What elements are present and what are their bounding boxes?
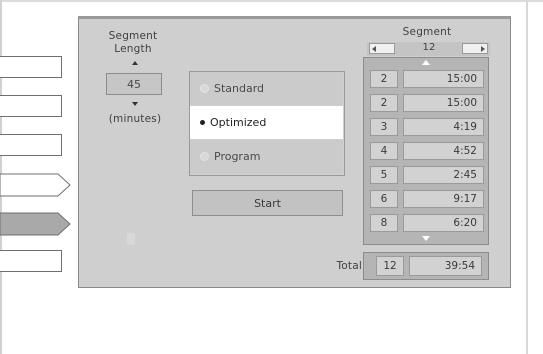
radio-program-icon xyxy=(200,152,209,161)
segment-row-time: 6:20 xyxy=(403,214,484,232)
segment-row-time: 2:45 xyxy=(403,166,484,184)
segment-row-time: 4:19 xyxy=(403,118,484,136)
segment-row[interactable]: 8 6:20 xyxy=(370,214,484,232)
radio-optimized-icon xyxy=(200,120,205,125)
decrement-arrow-icon[interactable] xyxy=(132,102,138,106)
mode-optimized-label: Optimized xyxy=(210,116,267,129)
segment-row[interactable]: 2 15:00 xyxy=(370,70,484,88)
scroll-up-icon[interactable] xyxy=(422,60,430,65)
mode-option-standard[interactable]: Standard xyxy=(190,72,343,105)
mode-option-program[interactable]: Program xyxy=(190,140,343,173)
segment-count: 12 xyxy=(422,42,436,53)
segment-row[interactable]: 3 4:19 xyxy=(370,118,484,136)
window-top-border xyxy=(0,0,543,2)
segment-row-time: 9:17 xyxy=(403,190,484,208)
right-arrow-icon xyxy=(481,46,485,52)
segment-length-title-2: Length xyxy=(114,43,152,55)
segment-length-unit: (minutes) xyxy=(108,113,162,125)
segment-prev-button[interactable] xyxy=(369,43,395,54)
side-tab-4[interactable] xyxy=(0,173,72,197)
side-tab-2[interactable] xyxy=(0,95,62,117)
segment-row[interactable]: 6 9:17 xyxy=(370,190,484,208)
segment-row-number: 8 xyxy=(370,214,398,232)
start-button[interactable]: Start xyxy=(192,190,343,216)
mode-standard-label: Standard xyxy=(214,82,265,95)
segment-row-number: 2 xyxy=(370,70,398,88)
segment-next-button[interactable] xyxy=(462,43,488,54)
left-arrow-icon xyxy=(372,46,376,52)
mode-program-label: Program xyxy=(214,150,261,163)
side-tab-5-active[interactable] xyxy=(0,212,72,236)
side-tab-6[interactable] xyxy=(0,250,62,272)
total-count: 12 xyxy=(376,256,404,276)
segment-row-number: 4 xyxy=(370,142,398,160)
mode-option-optimized[interactable]: Optimized xyxy=(190,106,343,139)
segment-row-number: 6 xyxy=(370,190,398,208)
side-tab-3[interactable] xyxy=(0,134,62,156)
segment-list: 2 15:00 2 15:00 3 4:19 4 4:52 5 2:45 6 9… xyxy=(363,57,489,245)
segment-length-value[interactable]: 45 xyxy=(106,73,162,95)
segment-row-time: 4:52 xyxy=(403,142,484,160)
segment-row[interactable]: 5 2:45 xyxy=(370,166,484,184)
segment-row-number: 2 xyxy=(370,94,398,112)
segment-row-number: 5 xyxy=(370,166,398,184)
window-right-border xyxy=(526,0,528,354)
segment-row-time: 15:00 xyxy=(403,94,484,112)
faint-indicator xyxy=(127,233,135,245)
scroll-down-icon[interactable] xyxy=(422,236,430,241)
increment-arrow-icon[interactable] xyxy=(132,61,138,65)
total-time: 39:54 xyxy=(409,256,482,276)
segment-row[interactable]: 2 15:00 xyxy=(370,94,484,112)
radio-standard-icon xyxy=(200,84,209,93)
segment-title: Segment xyxy=(402,26,452,38)
side-tab-1[interactable] xyxy=(0,56,62,78)
segment-row-time: 15:00 xyxy=(403,70,484,88)
segment-row[interactable]: 4 4:52 xyxy=(370,142,484,160)
segment-length-title-1: Segment xyxy=(108,30,158,42)
segment-row-number: 3 xyxy=(370,118,398,136)
total-label: Total xyxy=(336,260,362,272)
